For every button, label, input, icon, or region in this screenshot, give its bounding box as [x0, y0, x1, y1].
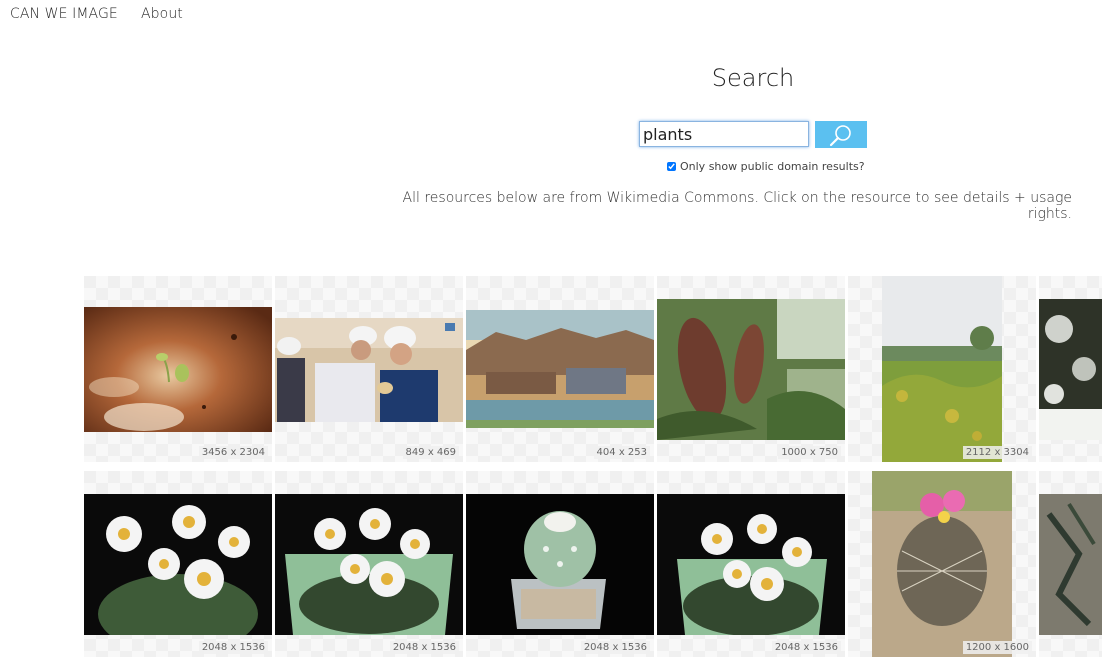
public-domain-checkbox[interactable] [667, 162, 676, 171]
result-tile[interactable]: 3456 x 2304 [84, 276, 272, 462]
top-nav: CAN WE IMAGE About [0, 0, 1102, 30]
result-thumbnail [872, 471, 1012, 657]
result-tile[interactable]: 404 x 253 [466, 276, 654, 462]
search-input[interactable] [639, 121, 809, 147]
result-tile[interactable]: 2048 x 1536 [84, 471, 272, 657]
result-tile[interactable]: 1000 x 750 [657, 276, 845, 462]
result-tile[interactable]: 1200 x 1600 [848, 471, 1036, 657]
source-notice: All resources below are from Wikimedia C… [402, 190, 1072, 222]
image-dimensions: 404 x 253 [593, 446, 650, 459]
result-thumbnail [466, 310, 654, 428]
result-thumbnail [466, 494, 654, 635]
page-title: Search [711, 64, 795, 92]
result-tile[interactable]: 2048 x 1536 [466, 471, 654, 657]
image-dimensions: 2048 x 1536 [771, 641, 841, 654]
result-tile[interactable]: 2112 x 3304 [848, 276, 1036, 462]
image-dimensions: 1200 x 1600 [962, 641, 1032, 654]
result-thumbnail [275, 494, 463, 635]
magnifier-icon [829, 125, 851, 147]
image-dimensions: 2112 x 3304 [962, 446, 1032, 459]
result-thumbnail [1039, 299, 1102, 440]
result-tile[interactable] [1039, 471, 1102, 657]
result-thumbnail [84, 307, 272, 432]
result-thumbnail [275, 318, 463, 422]
result-thumbnail [84, 494, 272, 635]
about-link[interactable]: About [141, 6, 183, 22]
public-domain-filter[interactable]: Only show public domain results? [667, 160, 865, 173]
image-dimensions: 1000 x 750 [778, 446, 841, 459]
image-dimensions: 2048 x 1536 [389, 641, 459, 654]
result-thumbnail [657, 494, 845, 635]
result-thumbnail [1039, 494, 1102, 635]
image-dimensions: 2048 x 1536 [580, 641, 650, 654]
result-tile[interactable]: 849 x 469 [275, 276, 463, 462]
image-dimensions: 2048 x 1536 [198, 641, 268, 654]
result-thumbnail [657, 299, 845, 440]
public-domain-label: Only show public domain results? [680, 160, 865, 173]
image-dimensions: 849 x 469 [402, 446, 459, 459]
result-tile[interactable]: 2048 x 1536 [657, 471, 845, 657]
brand-link[interactable]: CAN WE IMAGE [10, 6, 118, 22]
search-button[interactable] [815, 121, 867, 148]
result-tile[interactable]: 2048 x 1536 [275, 471, 463, 657]
image-dimensions: 3456 x 2304 [198, 446, 268, 459]
result-tile[interactable] [1039, 276, 1102, 462]
result-thumbnail [882, 276, 1002, 462]
